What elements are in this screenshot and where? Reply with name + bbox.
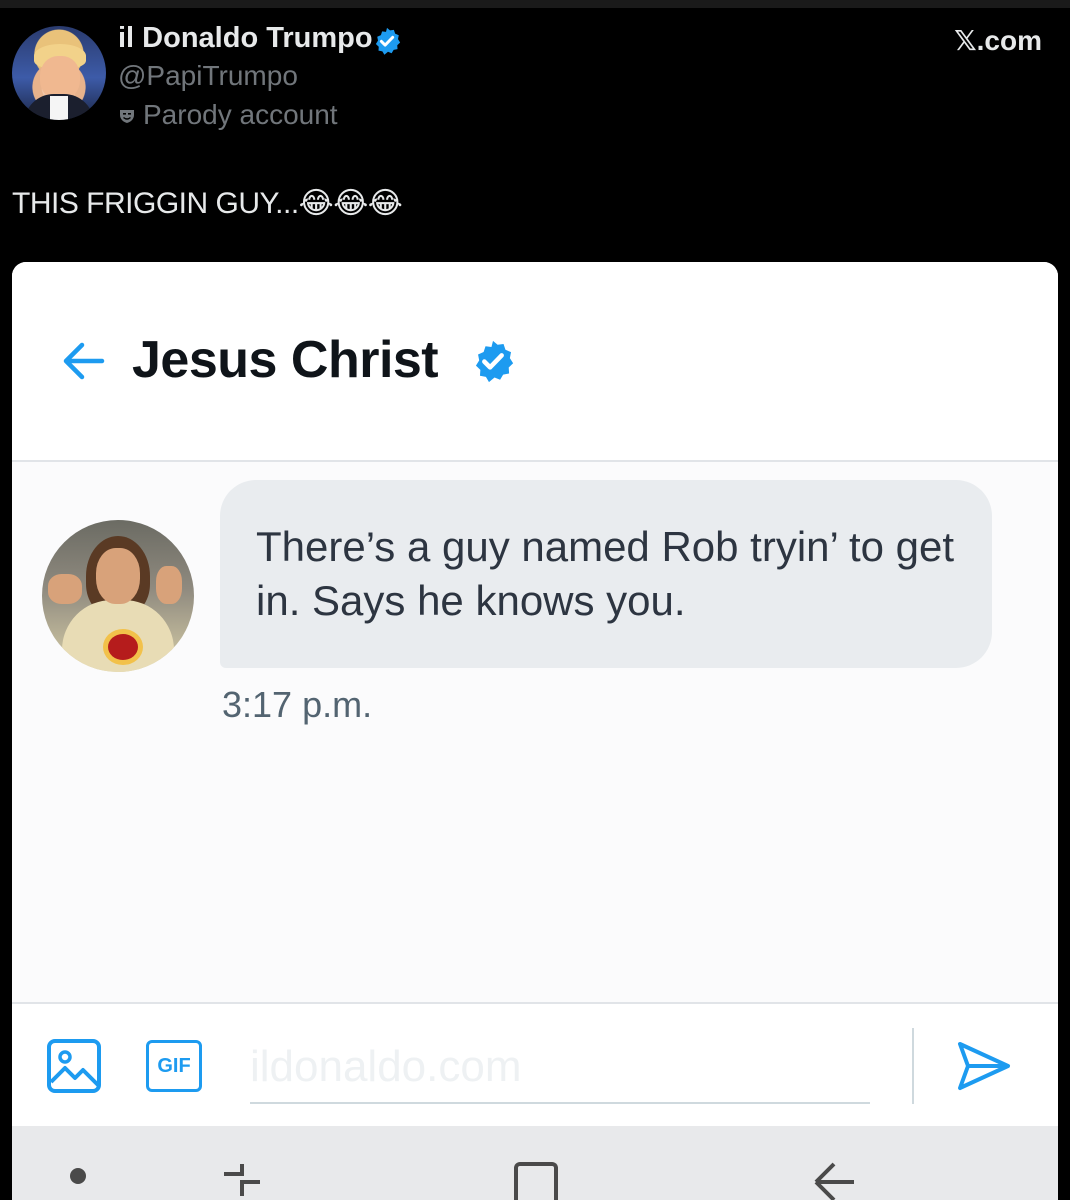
recents-icon[interactable] (220, 1160, 264, 1200)
dm-contact-name: Jesus Christ (132, 331, 439, 389)
author-name[interactable]: il Donaldo Trumpo (118, 22, 373, 55)
author-handle[interactable]: @PapiTrumpo (118, 60, 298, 92)
back-arrow-icon[interactable] (60, 340, 106, 382)
nav-dot-icon[interactable] (70, 1168, 86, 1184)
message-input[interactable] (250, 1032, 870, 1104)
post-header: il Donaldo Trumpo @PapiTrumpo Parody acc… (0, 0, 1070, 150)
back-nav-icon[interactable] (808, 1160, 856, 1200)
author-avatar[interactable] (12, 26, 106, 120)
message-timestamp: 3:17 p.m. (222, 684, 373, 725)
send-icon[interactable] (956, 1038, 1012, 1094)
message-composer: GIF (12, 1002, 1058, 1126)
dm-header: Jesus Christ (12, 262, 1058, 462)
message-bubble: There’s a guy named Rob tryin’ to get in… (220, 480, 992, 668)
dm-screenshot-card: Jesus Christ There’s a guy named Rob try… (12, 262, 1058, 1200)
post-text: THIS FRIGGIN GUY...😂😂😂 (12, 187, 403, 220)
composer-divider (912, 1028, 914, 1104)
x-watermark: 𝕏.com (954, 25, 1042, 56)
verified-badge-icon (475, 340, 514, 383)
parody-mask-icon (120, 110, 134, 123)
sender-avatar[interactable] (42, 520, 194, 672)
verified-badge-icon (375, 27, 401, 55)
parody-label: Parody account (143, 99, 338, 130)
home-icon[interactable] (514, 1162, 558, 1200)
android-nav-bar (12, 1126, 1058, 1200)
message-thread: There’s a guy named Rob tryin’ to get in… (12, 462, 1058, 1002)
gif-button[interactable]: GIF (146, 1040, 202, 1092)
image-icon[interactable] (46, 1038, 102, 1094)
